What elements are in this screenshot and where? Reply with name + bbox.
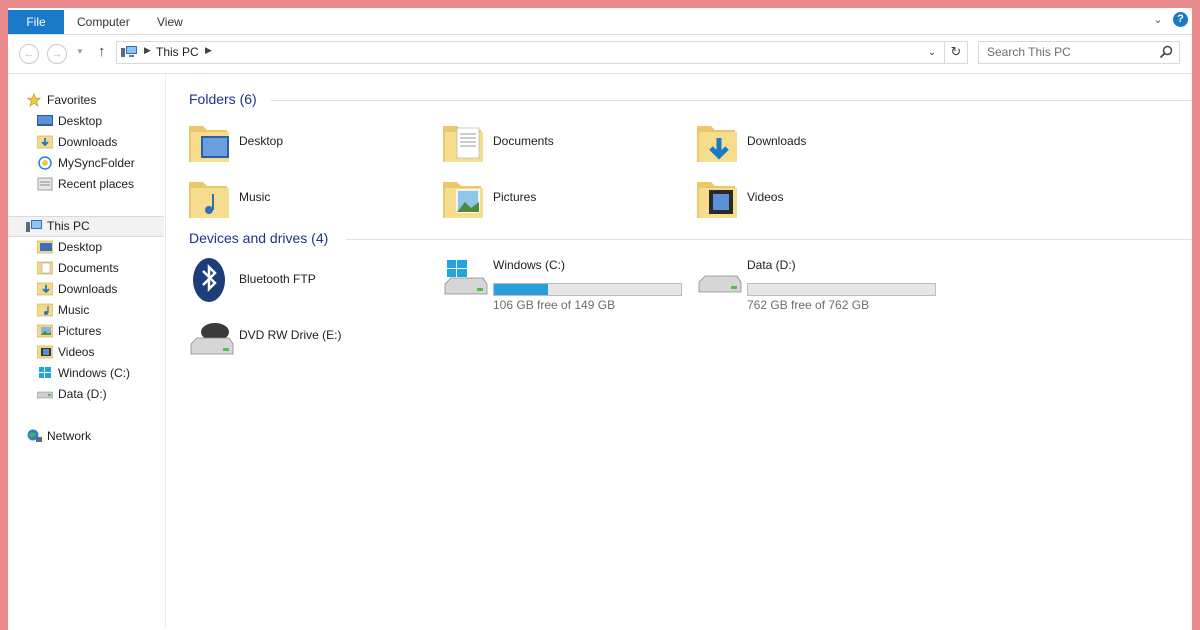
music-folder-icon [189, 182, 229, 218]
this-pc-icon [121, 46, 137, 57]
tab-file[interactable]: File [8, 10, 64, 34]
downloads-icon [37, 135, 53, 149]
drive-usage-bar-d [747, 283, 936, 296]
sync-folder-icon [38, 156, 52, 170]
network-icon [27, 429, 42, 442]
address-bar[interactable]: ▶ This PC ▶ ⌄ ↻ [116, 41, 968, 64]
drive-usage-fill-c [494, 284, 549, 295]
drives-group-divider [346, 239, 1192, 240]
star-icon [26, 93, 42, 107]
breadcrumb-chevron-icon[interactable]: ▶ [205, 45, 212, 56]
help-icon[interactable]: ? [1173, 12, 1188, 27]
device-tile-data-d[interactable]: Data (D:) 762 GB free of 762 GB [695, 256, 936, 312]
folder-icon [37, 261, 53, 275]
drive-free-space-d: 762 GB free of 762 GB [747, 298, 870, 312]
search-icon[interactable] [1159, 45, 1173, 59]
documents-folder-icon [443, 126, 483, 162]
file-explorer-window: File Computer View ⌄ ? ← → ▼ ↑ ▶ This PC… [8, 8, 1192, 630]
forward-button[interactable]: → [47, 44, 67, 64]
breadcrumb-this-pc[interactable]: This PC [156, 45, 199, 59]
navigation-bar: ← → ▼ ↑ ▶ This PC ▶ ⌄ ↻ Search This PC [8, 35, 1192, 74]
desktop-icon [37, 115, 53, 126]
hard-drive-icon [698, 275, 742, 293]
folder-icon [37, 282, 53, 296]
recent-places-icon [37, 177, 53, 191]
hard-drive-icon [37, 391, 53, 399]
up-button[interactable]: ↑ [98, 43, 106, 60]
content-pane: Folders (6) Desktop Documents Downloads … [166, 74, 1192, 630]
folder-icon [37, 240, 53, 254]
folder-tile-music[interactable]: Music [187, 174, 427, 228]
drive-usage-bar-c [493, 283, 682, 296]
folders-group-divider [270, 100, 1192, 101]
dvd-drive-icon [190, 323, 234, 355]
pictures-folder-icon [443, 182, 483, 218]
folder-tile-videos[interactable]: Videos [695, 174, 935, 228]
device-tile-bluetooth-ftp[interactable]: Bluetooth FTP [187, 256, 427, 310]
folders-group-header[interactable]: Folders (6) [189, 91, 257, 111]
folder-tile-pictures[interactable]: Pictures [441, 174, 681, 228]
windows-drive-icon [444, 260, 488, 295]
downloads-folder-icon [697, 126, 737, 162]
device-tile-windows-c[interactable]: Windows (C:) 106 GB free of 149 GB [441, 256, 682, 312]
navigation-pane: Favorites Desktop Downloads MySyncFolder… [8, 74, 166, 630]
windows-drive-icon [39, 367, 51, 378]
address-dropdown-icon[interactable]: ⌄ [924, 45, 940, 61]
folder-icon [37, 303, 53, 317]
folder-tile-desktop[interactable]: Desktop [187, 118, 427, 172]
videos-folder-icon [697, 182, 737, 218]
search-box[interactable]: Search This PC [978, 41, 1180, 64]
back-button[interactable]: ← [19, 44, 39, 64]
folder-icon [37, 324, 53, 338]
device-tile-dvd-e[interactable]: DVD RW Drive (E:) [187, 312, 427, 366]
tab-computer[interactable]: Computer [77, 10, 130, 34]
folder-tile-downloads[interactable]: Downloads [695, 118, 935, 172]
tab-view[interactable]: View [157, 10, 183, 34]
folder-icon [37, 345, 53, 359]
ribbon-expand-icon[interactable]: ⌄ [1151, 13, 1165, 27]
recent-locations-icon[interactable]: ▼ [76, 47, 84, 56]
address-divider [944, 42, 945, 63]
folder-tile-documents[interactable]: Documents [441, 118, 681, 172]
this-pc-icon [26, 220, 42, 232]
ribbon: File Computer View ⌄ ? [8, 8, 1192, 35]
desktop-folder-icon [189, 126, 229, 162]
breadcrumb-chevron-icon[interactable]: ▶ [144, 45, 151, 56]
drives-group-header[interactable]: Devices and drives (4) [189, 230, 328, 250]
bluetooth-icon [193, 258, 225, 302]
refresh-icon[interactable]: ↻ [947, 44, 965, 60]
search-input[interactable]: Search This PC [987, 45, 1071, 59]
drive-free-space-c: 106 GB free of 149 GB [493, 298, 616, 312]
